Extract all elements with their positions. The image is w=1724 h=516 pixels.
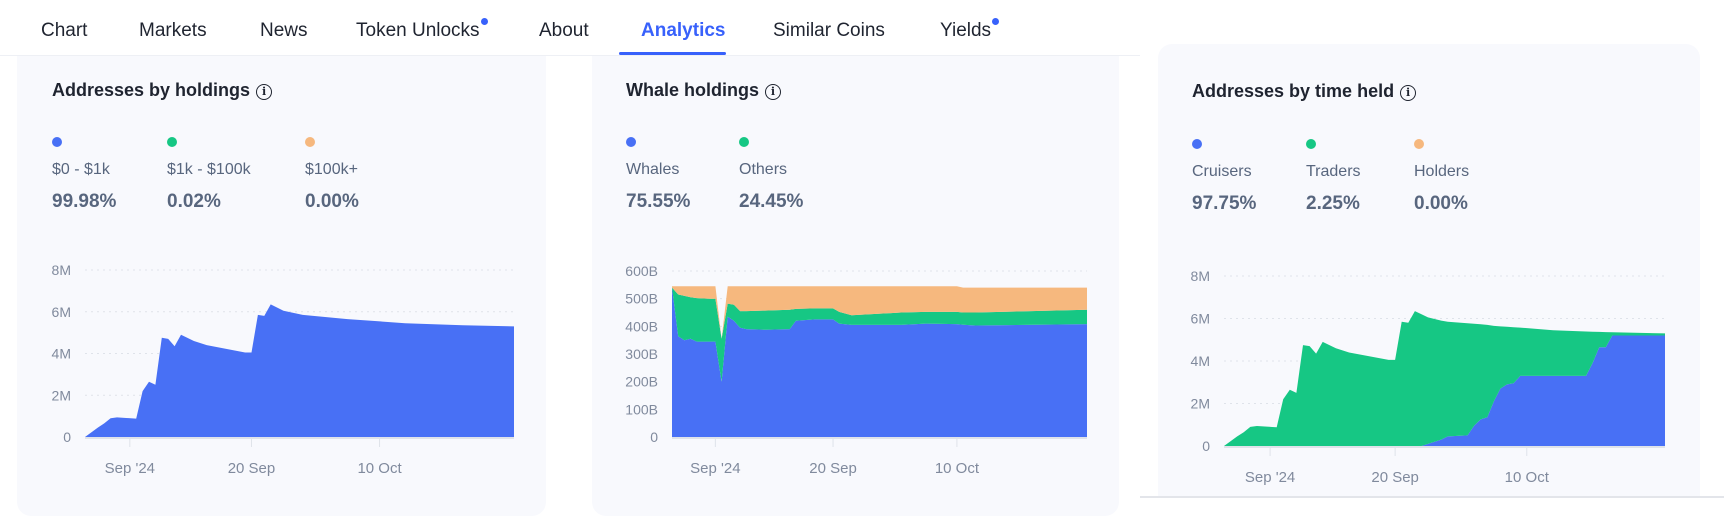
x-tick-label: Sep '24: [105, 460, 155, 477]
y-tick-label: 6M: [1191, 311, 1210, 327]
x-tick-label: 20 Sep: [228, 460, 276, 477]
y-tick-label: 8M: [52, 262, 71, 278]
y-tick-label: 2M: [1191, 396, 1210, 412]
y-tick-label: 4M: [52, 346, 71, 362]
y-tick-label: 300B: [625, 346, 658, 362]
y-tick-label: 400B: [625, 318, 658, 334]
y-tick-label: 500B: [625, 291, 658, 307]
y-tick-label: 2M: [52, 387, 71, 403]
y-tick-label: 6M: [52, 304, 71, 320]
y-tick-label: 4M: [1191, 353, 1210, 369]
y-tick-label: 0: [650, 429, 658, 445]
y-tick-label: 0: [63, 429, 71, 445]
x-tick-label: 10 Oct: [935, 460, 980, 477]
y-tick-label: 100B: [625, 401, 658, 417]
y-tick-label: 0: [1202, 438, 1210, 454]
y-tick-label: 600B: [625, 263, 658, 279]
x-tick-label: Sep '24: [1245, 469, 1295, 486]
x-tick-label: 20 Sep: [809, 460, 857, 477]
x-tick-label: 10 Oct: [357, 460, 402, 477]
addresses-by-time-held-chart: 0 2M 4M 6M 8M Sep '24 20 Sep 10 Oct: [1191, 268, 1665, 486]
y-tick-label: 200B: [625, 374, 658, 390]
x-tick-label: Sep '24: [690, 460, 740, 477]
charts-layer: 0 2M 4M 6M 8M Sep '24 20 Sep 10 Oct 0 100B 200B 300…: [52, 262, 1665, 486]
area-series--0-1k: [85, 304, 514, 437]
whale-holdings-chart: 0 100B 200B 300B 400B 500B 600B Sep '24 20 Sep 10…: [625, 263, 1087, 477]
addresses-by-holdings-chart: 0 2M 4M 6M 8M Sep '24 20 Sep 10 Oct: [52, 262, 514, 477]
x-tick-label: 20 Sep: [1371, 469, 1419, 486]
x-tick-label: 10 Oct: [1505, 469, 1550, 486]
y-tick-label: 8M: [1191, 268, 1210, 284]
